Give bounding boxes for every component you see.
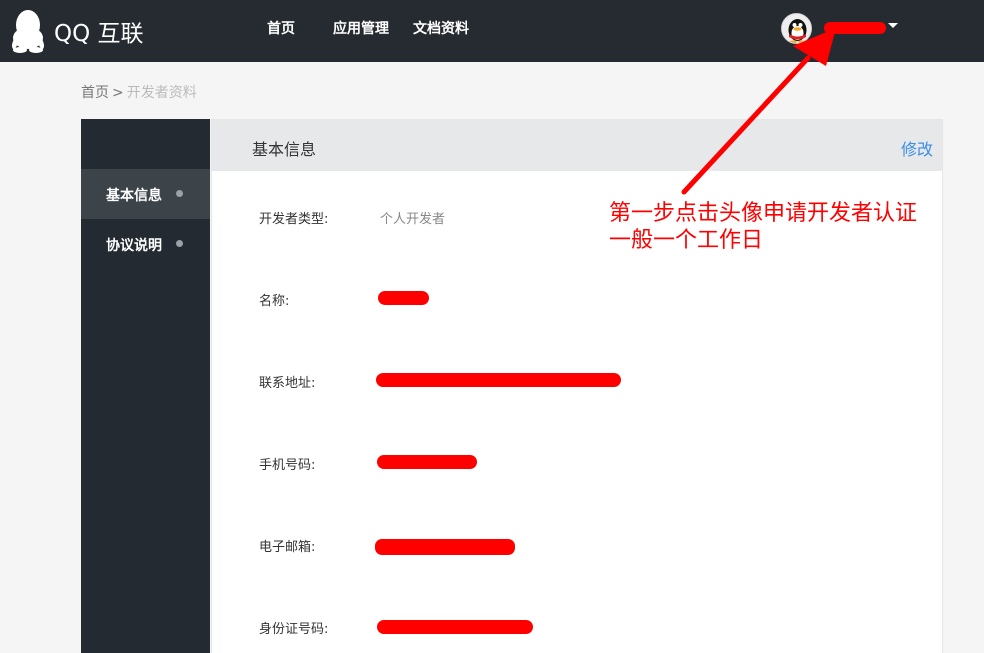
sidebar-item-label: 基本信息	[106, 188, 162, 204]
sidebar-item-label: 协议说明	[106, 238, 162, 254]
edit-button[interactable]: 修改	[901, 136, 933, 160]
sidebar-item-basic-info[interactable]: 基本信息	[81, 169, 210, 219]
brand-text: QQ 互联	[54, 21, 144, 47]
address-value-redacted	[376, 373, 621, 387]
brand-logo[interactable]: QQ 互联	[10, 6, 144, 56]
name-label: 名称:	[259, 294, 290, 309]
developer-type-label: 开发者类型:	[259, 212, 329, 227]
panel-title: 基本信息	[252, 140, 317, 159]
breadcrumb-current: 开发者资料	[126, 85, 197, 101]
address-label: 联系地址:	[259, 376, 316, 391]
developer-type-value: 个人开发者	[380, 212, 446, 227]
sidebar: 基本信息 协议说明	[81, 119, 210, 653]
nav-app-management[interactable]: 应用管理	[333, 18, 389, 38]
phone-label: 手机号码:	[259, 458, 316, 473]
dot-icon	[176, 190, 183, 197]
breadcrumb-separator: >	[112, 85, 124, 101]
top-navbar: QQ 互联 首页 应用管理 文档资料	[0, 0, 984, 62]
name-value-redacted	[378, 291, 429, 305]
id-number-label: 身份证号码:	[259, 622, 329, 637]
annotation-note: 第一步点击头像申请开发者认证 一般一个工作日	[609, 200, 917, 254]
email-value-redacted	[375, 539, 515, 555]
annotation-line-1: 第一步点击头像申请开发者认证	[609, 201, 918, 226]
user-avatar[interactable]	[781, 12, 812, 44]
qq-penguin-avatar-icon	[782, 13, 811, 43]
id-number-value-redacted	[377, 620, 533, 634]
email-label: 电子邮箱:	[259, 540, 316, 555]
panel-header: 基本信息 修改	[212, 120, 942, 171]
breadcrumb: 首页 > 开发者资料	[81, 82, 197, 102]
qq-penguin-logo-icon	[12, 10, 44, 53]
nav-documents[interactable]: 文档资料	[413, 18, 469, 38]
sidebar-item-agreement[interactable]: 协议说明	[81, 219, 210, 269]
dot-icon	[176, 240, 183, 247]
nav-home[interactable]: 首页	[267, 18, 295, 38]
annotation-line-2: 一般一个工作日	[609, 228, 764, 253]
user-menu[interactable]	[781, 12, 898, 44]
chevron-down-icon[interactable]	[888, 22, 898, 28]
username-redacted[interactable]	[824, 22, 886, 34]
breadcrumb-home[interactable]: 首页	[81, 85, 109, 101]
phone-value-redacted	[377, 455, 477, 469]
